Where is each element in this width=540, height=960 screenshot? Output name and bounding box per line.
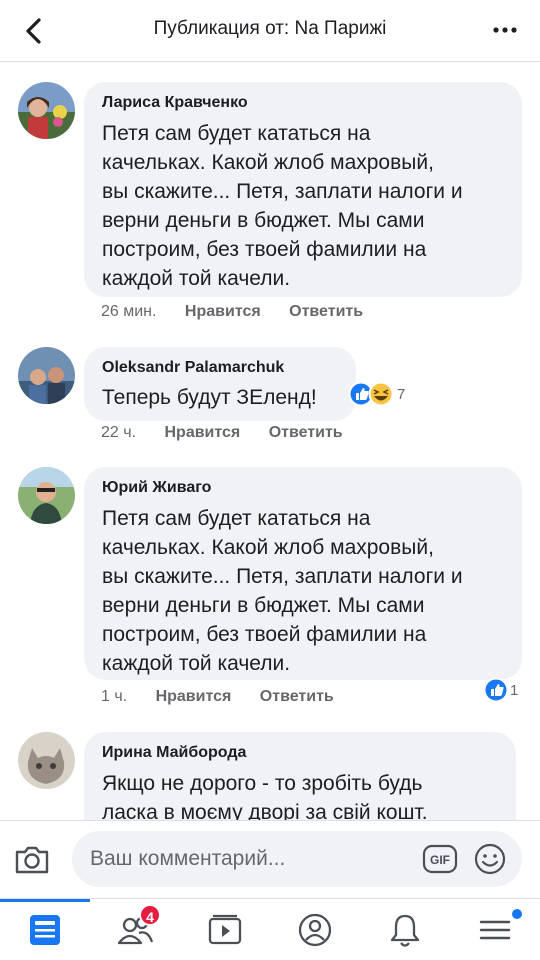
comment-author[interactable]: Ирина Майборода	[102, 743, 500, 763]
nav-notifications[interactable]	[360, 899, 450, 960]
avatar[interactable]	[18, 347, 75, 404]
gif-icon[interactable]: GIF	[422, 843, 458, 875]
comment-text: Петя сам будет кататься на качельках. Ка…	[102, 507, 463, 675]
avatar[interactable]	[18, 467, 75, 524]
comment-text: Якщо не дорого - то зробіть будь ласка в…	[102, 772, 428, 820]
comment-bubble: Ирина Майборода Якщо не дорого - то зроб…	[84, 732, 516, 820]
comment-text: Петя сам будет кататься на качельках. Ка…	[102, 122, 463, 290]
bell-icon	[390, 914, 420, 947]
like-button[interactable]: Нравится	[164, 424, 240, 442]
comment-time: 26 мин.	[101, 303, 157, 320]
reaction-summary[interactable]: 1	[483, 677, 518, 703]
like-reaction-icon	[483, 677, 509, 703]
reply-button[interactable]: Ответить	[289, 303, 363, 321]
emoji-icon[interactable]	[472, 841, 508, 877]
comment-meta: 22 ч. Нравится Ответить	[101, 424, 343, 442]
reply-button[interactable]: Ответить	[269, 424, 343, 442]
comment-composer: Ваш комментарий... GIF	[0, 820, 540, 898]
comment-time: 22 ч.	[101, 424, 137, 441]
active-tab-indicator	[0, 899, 90, 902]
hamburger-menu-icon	[479, 920, 511, 940]
avatar[interactable]	[18, 732, 75, 789]
comment-placeholder: Ваш комментарий...	[90, 847, 286, 870]
comment-meta: 26 мин. Нравится Ответить	[101, 303, 363, 321]
comment-bubble: Oleksandr Palamarchuk Теперь будут ЗЕлен…	[84, 347, 356, 421]
nav-news-feed[interactable]	[0, 899, 90, 960]
like-haha-reaction-icon	[348, 381, 394, 407]
comment-bubble: Лариса Кравченко Петя сам будет кататься…	[84, 82, 522, 297]
comment-time: 1 ч.	[101, 688, 128, 705]
bottom-navigation: 4	[0, 898, 540, 960]
avatar[interactable]	[18, 82, 75, 139]
like-button[interactable]: Нравится	[156, 688, 232, 706]
menu-notification-dot	[512, 909, 522, 919]
reaction-count: 1	[510, 681, 519, 699]
nav-profile[interactable]	[270, 899, 360, 960]
profile-icon	[298, 913, 332, 947]
news-feed-icon	[30, 915, 60, 945]
comment-input[interactable]: Ваш комментарий... GIF	[72, 831, 522, 887]
reaction-summary[interactable]: 7	[348, 381, 405, 407]
nav-menu[interactable]	[450, 899, 540, 960]
like-button[interactable]: Нравится	[185, 303, 261, 321]
watch-video-icon	[208, 914, 242, 945]
notification-badge: 4	[139, 904, 161, 926]
nav-watch[interactable]	[180, 899, 270, 960]
more-options-icon[interactable]	[490, 18, 520, 42]
page-title: Публикация от: Na Парижі	[153, 18, 387, 39]
comment-author[interactable]: Oleksandr Palamarchuk	[102, 358, 340, 378]
reaction-count: 7	[397, 385, 406, 403]
comment-author[interactable]: Лариса Кравченко	[102, 93, 506, 113]
reply-button[interactable]: Ответить	[260, 688, 334, 706]
comment-author[interactable]: Юрий Живаго	[102, 478, 506, 498]
camera-icon[interactable]	[12, 839, 52, 879]
nav-friends[interactable]: 4	[90, 899, 180, 960]
svg-text:GIF: GIF	[430, 853, 450, 867]
top-bar: Публикация от: Na Парижі	[0, 0, 540, 62]
comment-meta: 1 ч. Нравится Ответить	[101, 688, 334, 706]
comment-bubble: Юрий Живаго Петя сам будет кататься на к…	[84, 467, 522, 680]
comments-list: Лариса Кравченко Петя сам будет кататься…	[0, 62, 540, 820]
comment-text: Теперь будут ЗЕленд!	[102, 386, 317, 409]
